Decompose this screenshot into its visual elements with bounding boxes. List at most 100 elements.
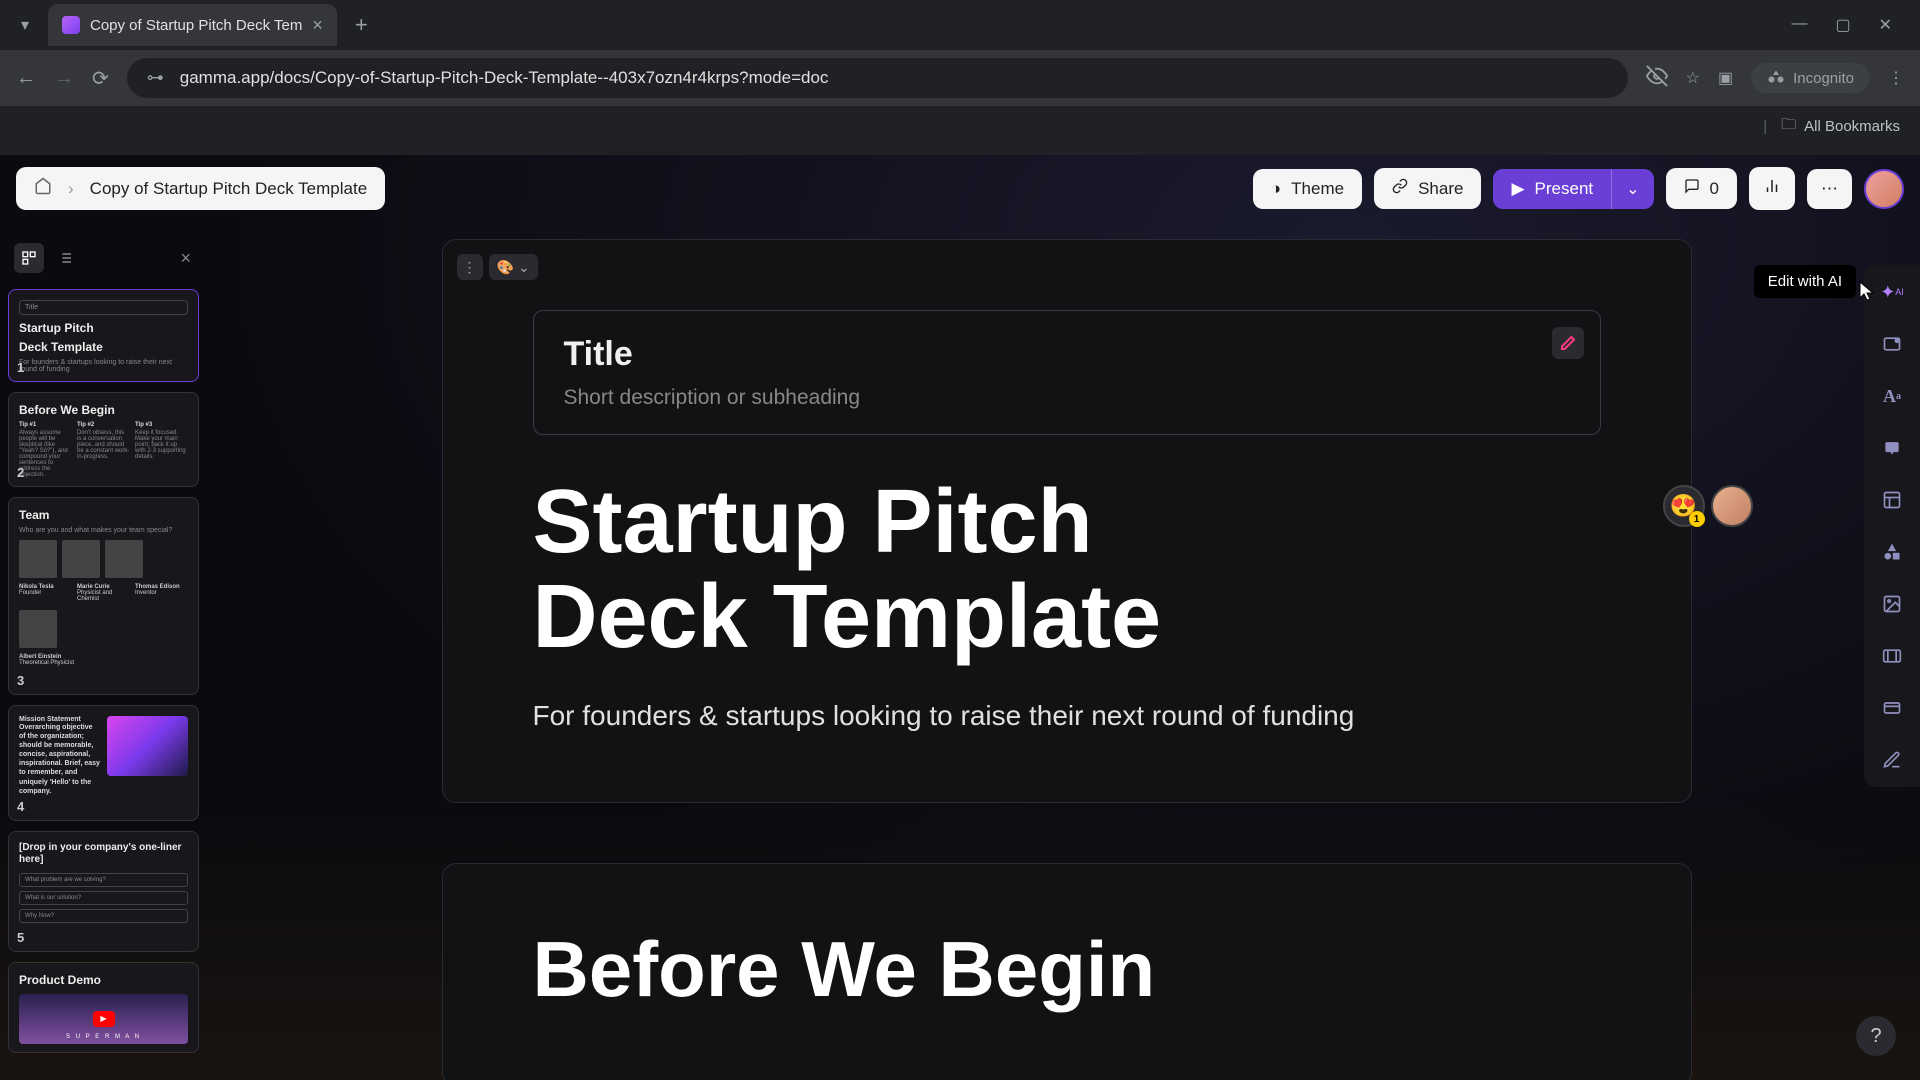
share-button[interactable]: Share: [1374, 168, 1481, 209]
person-photo: [105, 540, 143, 578]
slide-2-heading[interactable]: Before We Begin: [533, 924, 1601, 1015]
gamma-favicon-icon: [62, 16, 80, 34]
slide-list[interactable]: Title Startup Pitch Deck Template For fo…: [8, 289, 205, 1070]
tab-title: Copy of Startup Pitch Deck Tem: [90, 17, 302, 34]
title-block[interactable]: Title Short description or subheading: [533, 310, 1601, 435]
document-title[interactable]: Copy of Startup Pitch Deck Template: [90, 179, 368, 199]
maximize-icon[interactable]: ▢: [1835, 15, 1850, 35]
play-icon: ▶: [1511, 179, 1524, 199]
card-drag-handle[interactable]: ⋮: [457, 254, 483, 280]
main-subheading[interactable]: For founders & startups looking to raise…: [533, 700, 1601, 732]
canvas-area[interactable]: ⋮ 🎨 ⌄ Title Short description or subhead…: [213, 227, 1920, 1080]
present-button[interactable]: ▶ Present: [1493, 169, 1611, 209]
reactions-cluster: 😍1: [1663, 485, 1753, 527]
app-toolbar: › Copy of Startup Pitch Deck Template ◑ …: [0, 155, 1920, 222]
address-bar: ← → ⟳ ⊶ gamma.app/docs/Copy-of-Startup-P…: [0, 50, 1920, 106]
user-avatar[interactable]: [1864, 169, 1904, 209]
sidebar-view-tabs: ×: [8, 237, 205, 279]
card-toolbar: ⋮ 🎨 ⌄: [457, 254, 538, 280]
chevron-right-icon: ›: [68, 179, 74, 199]
comment-icon: [1684, 178, 1700, 199]
slide-card-2[interactable]: Before We Begin: [442, 863, 1692, 1080]
rail-tooltip: Edit with AI: [1754, 265, 1856, 298]
video-thumbnail: S U P E R M A N: [19, 994, 188, 1044]
workspace: × Title Startup Pitch Deck Template For …: [0, 227, 1920, 1080]
tabs-dropdown[interactable]: ▾: [10, 10, 40, 40]
reload-button[interactable]: ⟳: [92, 66, 109, 91]
viewer-avatar[interactable]: [1711, 485, 1753, 527]
close-window-icon[interactable]: ✕: [1879, 15, 1892, 35]
browser-chrome: ▾ Copy of Startup Pitch Deck Tem × + — ▢…: [0, 0, 1920, 155]
card-style-button[interactable]: 🎨 ⌄: [489, 254, 538, 280]
slide-thumb-4[interactable]: Mission Statement Overarching objective …: [8, 705, 199, 821]
chart-icon: [1763, 177, 1781, 200]
minimize-icon[interactable]: —: [1791, 15, 1807, 35]
folder-icon: 🗀: [1781, 114, 1796, 139]
card-templates-icon[interactable]: [1879, 331, 1905, 357]
browser-menu-icon[interactable]: ⋮: [1888, 68, 1904, 88]
breadcrumb[interactable]: › Copy of Startup Pitch Deck Template: [16, 167, 385, 210]
callout-icon[interactable]: [1879, 435, 1905, 461]
link-icon: [1392, 178, 1408, 199]
new-tab-button[interactable]: +: [345, 12, 378, 38]
palette-icon: 🎨: [497, 259, 514, 276]
gradient-image: [107, 716, 189, 776]
layout-icon[interactable]: [1879, 487, 1905, 513]
tab-close-icon[interactable]: ×: [312, 15, 323, 36]
present-dropdown[interactable]: ⌄: [1611, 169, 1653, 209]
slide-thumb-6[interactable]: Product Demo S U P E R M A N: [8, 962, 199, 1053]
tab-bar: ▾ Copy of Startup Pitch Deck Tem × + — ▢…: [0, 0, 1920, 50]
sidebar-grid-view[interactable]: [14, 243, 44, 273]
comments-button[interactable]: 0: [1666, 168, 1737, 209]
analytics-button[interactable]: [1749, 167, 1795, 210]
url-input[interactable]: ⊶ gamma.app/docs/Copy-of-Startup-Pitch-D…: [127, 58, 1628, 98]
slide-sidebar: × Title Startup Pitch Deck Template For …: [0, 227, 213, 1080]
shapes-icon[interactable]: [1879, 539, 1905, 565]
video-icon[interactable]: [1879, 643, 1905, 669]
main-heading[interactable]: Startup Pitch Deck Template: [533, 475, 1601, 664]
dots-icon: ⋯: [1821, 179, 1838, 199]
sidebar-list-view[interactable]: [50, 243, 80, 273]
chevron-down-icon: ⌄: [1626, 181, 1639, 198]
insert-rail: ✦AI Aa: [1864, 265, 1920, 787]
incognito-icon: [1767, 69, 1785, 87]
form-icon[interactable]: [1879, 747, 1905, 773]
eye-off-icon[interactable]: [1646, 65, 1668, 92]
ai-edit-icon[interactable]: ✦AI: [1879, 279, 1905, 305]
text-formatting-icon[interactable]: Aa: [1879, 383, 1905, 409]
pencil-icon: [1560, 335, 1576, 351]
present-button-group: ▶ Present ⌄: [1493, 169, 1653, 209]
theme-icon: ◑: [1271, 179, 1281, 199]
slide-thumb-2[interactable]: Before We Begin Tip #1Always assume peop…: [8, 392, 199, 487]
forward-button[interactable]: →: [54, 67, 74, 90]
slide-thumb-1[interactable]: Title Startup Pitch Deck Template For fo…: [8, 289, 199, 382]
edit-title-button[interactable]: [1552, 327, 1584, 359]
incognito-badge[interactable]: Incognito: [1751, 63, 1870, 93]
back-button[interactable]: ←: [16, 67, 36, 90]
theme-button[interactable]: ◑ Theme: [1253, 169, 1362, 209]
subtitle-placeholder[interactable]: Short description or subheading: [564, 386, 1570, 410]
reaction-emoji[interactable]: 😍1: [1663, 485, 1705, 527]
url-text: gamma.app/docs/Copy-of-Startup-Pitch-Dec…: [180, 68, 829, 88]
person-photo: [19, 610, 57, 648]
sidebar-close-icon[interactable]: ×: [172, 248, 199, 269]
site-settings-icon[interactable]: ⊶: [147, 68, 164, 88]
bookmark-star-icon[interactable]: ☆: [1686, 68, 1700, 88]
all-bookmarks-button[interactable]: 🗀 All Bookmarks: [1781, 114, 1900, 139]
gamma-app: › Copy of Startup Pitch Deck Template ◑ …: [0, 155, 1920, 1080]
image-icon[interactable]: [1879, 591, 1905, 617]
window-controls: — ▢ ✕: [1791, 15, 1910, 35]
slide-thumb-3[interactable]: Team Who are you and what makes your tea…: [8, 497, 199, 695]
help-button[interactable]: ?: [1856, 1016, 1896, 1056]
more-menu-button[interactable]: ⋯: [1807, 169, 1852, 209]
chevron-down-icon: ⌄: [518, 259, 530, 276]
person-photo: [62, 540, 100, 578]
browser-tab[interactable]: Copy of Startup Pitch Deck Tem ×: [48, 4, 337, 46]
embed-icon[interactable]: [1879, 695, 1905, 721]
home-icon[interactable]: [34, 177, 52, 200]
slide-thumb-5[interactable]: [Drop in your company's one-liner here] …: [8, 831, 199, 952]
panel-icon[interactable]: ▣: [1718, 68, 1733, 88]
bookmarks-bar: | 🗀 All Bookmarks: [0, 106, 1920, 147]
slide-card-1[interactable]: ⋮ 🎨 ⌄ Title Short description or subhead…: [442, 239, 1692, 803]
title-label[interactable]: Title: [564, 335, 1570, 374]
